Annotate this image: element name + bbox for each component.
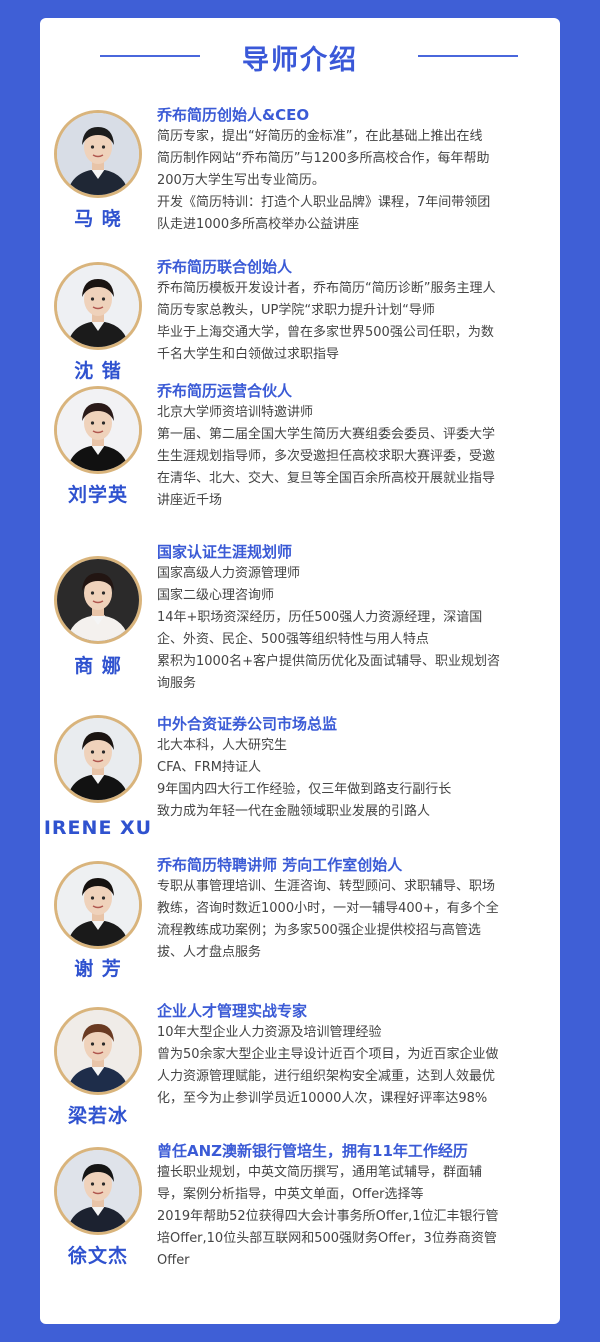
mentor-description: 简历专家，提出“好简历的金标准”，在此基础上推出在线 简历制作网站“乔布简历”与1… bbox=[157, 126, 549, 236]
mentor-role: 曾任ANZ澳新银行管培生，拥有11年工作经历 bbox=[157, 1142, 468, 1160]
mentor-description-line: 导，案例分析指导，中英文单面，Offer选择等 bbox=[157, 1187, 424, 1202]
mentor-description-line: 简历专家，提出“好简历的金标准”，在此基础上推出在线 bbox=[157, 129, 483, 144]
mentor-description-line: 北大本科，人大研究生 bbox=[157, 738, 288, 753]
mentor-description-line: 第一届、第二届全国大学生简历大赛组委会委员、评委大学 bbox=[157, 427, 496, 442]
mentor-description-line: 生生涯规划指导师，多次受邀担任高校求职大赛评委，受邀 bbox=[157, 449, 496, 464]
mentor-description-line: 9年国内四大行工作经验，仅三年做到路支行副行长 bbox=[157, 782, 452, 797]
mentor-description-line: 北京大学师资培训特邀讲师 bbox=[157, 405, 314, 420]
mentor-description-line: 拔、人才盘点服务 bbox=[157, 945, 262, 960]
mentor-description-line: 国家高级人力资源管理师 bbox=[157, 566, 301, 581]
title-divider-right bbox=[418, 55, 518, 57]
mentor-description: 10年大型企业人力资源及培训管理经验曾为50余家大型企业主导设计近百个项目，为近… bbox=[157, 1022, 549, 1110]
mentor-description-line: 乔布简历模板开发设计者，乔布简历“简历诊断”服务主理人 bbox=[157, 281, 496, 296]
mentor-role: 乔布简历运营合伙人 bbox=[157, 382, 293, 400]
section-header: 导师介绍 bbox=[40, 36, 560, 76]
mentor-description-line: 毕业于上海交通大学，曾在多家世界500强公司任职，为数 bbox=[157, 325, 494, 340]
mentor-description-line: 流程教练成功案例；为多家500强企业提供校招与高管选 bbox=[157, 923, 481, 938]
mentor-description-line: 人力资源管理赋能，进行组织架构安全减重，达到人效最优 bbox=[157, 1069, 496, 1084]
mentor-description-line: Offer bbox=[157, 1253, 190, 1268]
mentor-description-line: CFA、FRM持证人 bbox=[157, 760, 261, 775]
mentor-description-line: 10年大型企业人力资源及培训管理经验 bbox=[157, 1025, 382, 1040]
mentor-description: 北大本科，人大研究生 CFA、FRM持证人 9年国内四大行工作经验，仅三年做到路支行… bbox=[157, 735, 549, 823]
mentor-description-line: 擅长职业规划，中英文简历撰写，通用笔试辅导，群面辅 bbox=[157, 1165, 483, 1180]
mentor-name: 商 娜 bbox=[74, 655, 122, 677]
mentor-name: 刘学英 bbox=[67, 484, 128, 506]
mentor-description-line: 曾为50余家大型企业主导设计近百个项目，为近百家企业做 bbox=[157, 1047, 499, 1062]
mentor-name: 徐文杰 bbox=[67, 1245, 128, 1267]
mentor-role: 乔布简历创始人&CEO bbox=[157, 106, 310, 124]
mentor-description-line: 询服务 bbox=[157, 676, 197, 691]
mentor-description: 乔布简历模板开发设计者，乔布简历“简历诊断”服务主理人 简历专家总教头，UP学院“… bbox=[157, 278, 549, 366]
mentor-role: 乔布简历联合创始人 bbox=[157, 258, 293, 276]
mentor-name: 梁若冰 bbox=[67, 1105, 128, 1127]
mentor-description-line: 国家二级心理咨询师 bbox=[157, 588, 275, 603]
mentor-role: 中外合资证券公司市场总监 bbox=[157, 715, 338, 733]
mentor-name: 谢 芳 bbox=[74, 958, 122, 980]
mentor-role: 企业人才管理实战专家 bbox=[157, 1002, 308, 1020]
mentor-avatar bbox=[54, 715, 142, 803]
mentor-description: 国家高级人力资源管理师 国家二级心理咨询师 14年+职场资深经历，历任500强人力资… bbox=[157, 563, 549, 695]
mentor-description-line: 队走进1000多所高校举办公益讲座 bbox=[157, 217, 360, 232]
mentor-avatar bbox=[54, 1147, 142, 1235]
mentor-description: 擅长职业规划，中英文简历撰写，通用笔试辅导，群面辅 导，案例分析指导，中英文单面，… bbox=[157, 1162, 549, 1272]
mentor-description-line: 教练，咨询时数近1000小时，一对一辅导400+，有多个全 bbox=[157, 901, 499, 916]
mentor-name: IRENE XU bbox=[43, 817, 153, 839]
mentor-card: 导师介绍 马 晓 乔布简历创始人&CEO 简历专家，提出“好简历的金标准”，在此基础… bbox=[40, 18, 560, 1324]
mentor-avatar bbox=[54, 262, 142, 350]
mentor-description: 专职从事管理培训、生涯咨询、转型顾问、求职辅导、职场 教练，咨询时数近1000小时… bbox=[157, 876, 549, 964]
mentor-description-line: 14年+职场资深经历，历任500强人力资源经理，深谙国 bbox=[157, 610, 483, 625]
mentor-role: 乔布简历特聘讲师 芳向工作室创始人 bbox=[157, 856, 403, 874]
mentor-avatar bbox=[54, 861, 142, 949]
mentor-description-line: 200万大学生写出专业简历。 bbox=[157, 173, 325, 188]
mentor-role: 国家认证生涯规划师 bbox=[157, 543, 293, 561]
mentor-description-line: 2019年帮助52位获得四大会计事务所Offer,1位汇丰银行管 bbox=[157, 1209, 499, 1224]
mentor-name: 马 晓 bbox=[74, 208, 122, 230]
section-title: 导师介绍 bbox=[242, 45, 358, 76]
mentor-description: 北京大学师资培训特邀讲师第一届、第二届全国大学生简历大赛组委会委员、评委大学 生生… bbox=[157, 402, 549, 512]
mentor-description-line: 致力成为年轻一代在金融领域职业发展的引路人 bbox=[157, 804, 431, 819]
mentor-description-line: 讲座近千场 bbox=[157, 493, 223, 508]
mentor-description-line: 专职从事管理培训、生涯咨询、转型顾问、求职辅导、职场 bbox=[157, 879, 496, 894]
mentor-avatar bbox=[54, 386, 142, 474]
mentor-avatar bbox=[54, 110, 142, 198]
mentor-avatar bbox=[54, 556, 142, 644]
mentor-name: 沈 锴 bbox=[74, 360, 122, 382]
mentor-description-line: 简历专家总教头，UP学院“求职力提升计划“导师 bbox=[157, 303, 435, 318]
mentor-description-line: 累积为1000名+客户提供简历优化及面试辅导、职业规划咨 bbox=[157, 654, 500, 669]
mentor-description-line: 在清华、北大、交大、复旦等全国百余所高校开展就业指导 bbox=[157, 471, 496, 486]
mentor-description-line: 开发《简历特训：打造个人职业品牌》课程，7年间带领团 bbox=[157, 195, 491, 210]
mentor-description-line: 千名大学生和白领做过求职指导 bbox=[157, 347, 340, 362]
mentor-avatar bbox=[54, 1007, 142, 1095]
mentor-description-line: 简历制作网站“乔布简历”与1200多所高校合作，每年帮助 bbox=[157, 151, 490, 166]
mentor-description-line: 企、外资、民企、500强等组织特性与用人特点 bbox=[157, 632, 429, 647]
mentor-description-line: 培Offer,10位头部互联网和500强财务Offer，3位券商资管 bbox=[157, 1231, 497, 1246]
mentor-description-line: 化，至今为止参训学员近10000人次，课程好评率达98% bbox=[157, 1091, 488, 1106]
